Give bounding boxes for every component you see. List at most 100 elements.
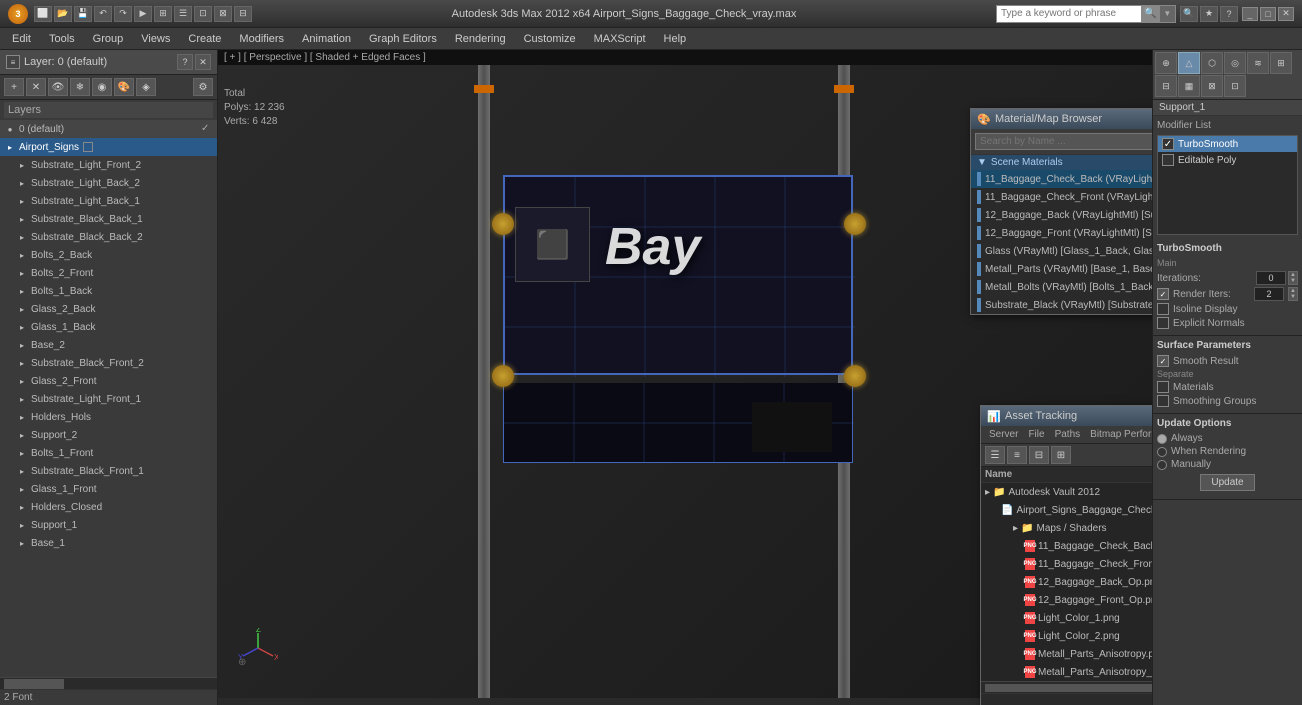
rtt-btn-10[interactable]: ⊡ [1224,75,1246,97]
isoline-cb[interactable] [1157,303,1169,315]
tb-btn8[interactable]: ⊠ [214,6,232,22]
rtt-btn-7[interactable]: ⊟ [1155,75,1177,97]
asset-row-png2[interactable]: PNG 11_Baggage_Check_Front_Op.png Found [981,555,1152,573]
layer-item-g1ba[interactable]: ▸ Glass_1_Back [12,318,217,336]
layer-item-slba2[interactable]: ▸ Substrate_Light_Back_2 [12,174,217,192]
rtt-btn-2[interactable]: △ [1178,52,1200,74]
asset-tb-2[interactable]: ≡ [1007,446,1027,464]
search-extra-btn[interactable]: ▼ [1160,6,1175,22]
mat-item-6[interactable]: Metall_Bolts (VRayMtl) [Bolts_1_Back, Bo… [971,278,1152,296]
asset-tb-3[interactable]: ⊟ [1029,446,1049,464]
mat-search-input[interactable] [975,133,1152,150]
search-input[interactable] [997,8,1141,19]
layer-item-sbba1[interactable]: ▸ Substrate_Black_Back_1 [12,210,217,228]
layer-render-btn[interactable]: ◉ [92,78,112,96]
asset-row-png5[interactable]: PNG Light_Color_1.png Found [981,609,1152,627]
search-bar[interactable]: 🔍 ▼ [996,5,1176,23]
asset-tree[interactable]: ▸ 📁 Autodesk Vault 2012 Logged Out (Ass … [981,483,1152,681]
layer-item-default[interactable]: ● 0 (default) ✓ [0,120,217,138]
render-btn[interactable]: ▶ [134,6,152,22]
menu-group[interactable]: Group [85,31,132,47]
when-rendering-radio[interactable] [1157,447,1167,457]
mat-list[interactable]: 11_Baggage_Check_Back (VRayLightMtl) [Su… [971,170,1152,314]
mat-item-7[interactable]: Substrate_Black (VRayMtl) [Substrate_Bla… [971,296,1152,314]
mat-item-2[interactable]: 12_Baggage_Back (VRayLightMtl) [Substrat… [971,206,1152,224]
explicit-cb[interactable] [1157,317,1169,329]
layer-item-su2[interactable]: ▸ Support_2 [12,426,217,444]
manually-radio[interactable] [1157,460,1167,470]
scroll-thumb[interactable] [4,679,64,689]
mat-item-3[interactable]: 12_Baggage_Front (VRayLightMtl) [Substra… [971,224,1152,242]
layer-item-b2fr[interactable]: ▸ Bolts_2_Front [12,264,217,282]
panel-help-btn[interactable]: ? [177,54,193,70]
rtt-btn-1[interactable]: ⊕ [1155,52,1177,74]
ts-checkbox-0[interactable]: ✓ [1162,138,1174,150]
menu-modifiers[interactable]: Modifiers [231,31,292,47]
asset-row-png8[interactable]: PNG Metall_Parts_Anisotropy_Rotation.png… [981,663,1152,681]
rtt-btn-8[interactable]: ▦ [1178,75,1200,97]
render-iters-cb[interactable]: ✓ [1157,288,1169,300]
asset-row-maps[interactable]: ▸ 📁 Maps / Shaders [981,519,1152,537]
layer-item-sbfr2[interactable]: ▸ Substrate_Black_Front_2 [12,354,217,372]
layer-new-btn[interactable]: + [4,78,24,96]
layer-delete-btn[interactable]: ✕ [26,78,46,96]
layer-item-g2fr[interactable]: ▸ Glass_2_Front [12,372,217,390]
asset-row-png6[interactable]: PNG Light_Color_2.png Found [981,627,1152,645]
layer-select-btn[interactable]: ◈ [136,78,156,96]
render-iters-spin[interactable]: ▲ ▼ [1288,287,1298,301]
rtt-btn-3[interactable]: ⬡ [1201,52,1223,74]
asset-tb-1[interactable]: ☰ [985,446,1005,464]
asset-tb-4[interactable]: ⊞ [1051,446,1071,464]
layer-list[interactable]: ● 0 (default) ✓ ▸ Airport_Signs ▸ Substr… [0,120,217,677]
asset-row-png3[interactable]: PNG 12_Baggage_Back_Op.png Found [981,573,1152,591]
layer-hide-btn[interactable]: 👁 [48,78,68,96]
asset-menu-paths[interactable]: Paths [1051,428,1085,441]
ep-checkbox[interactable] [1162,154,1174,166]
rtt-btn-4[interactable]: ◎ [1224,52,1246,74]
panel-close-btn[interactable]: ✕ [195,54,211,70]
layer-item-g1fr[interactable]: ▸ Glass_1_Front [12,480,217,498]
search-web-btn[interactable]: 🔍 [1180,6,1198,22]
tb-btn7[interactable]: ⊡ [194,6,212,22]
help-btn[interactable]: ? [1220,6,1238,22]
modifier-editable-poly[interactable]: Editable Poly [1158,152,1297,168]
menu-edit[interactable]: Edit [4,31,39,47]
layer-settings-btn[interactable]: ⚙ [193,78,213,96]
rtt-btn-6[interactable]: ⊞ [1270,52,1292,74]
asset-menu-file[interactable]: File [1024,428,1048,441]
layer-item-hc[interactable]: ▸ Holders_Closed [12,498,217,516]
layer-item-g2ba[interactable]: ▸ Glass_2_Back [12,300,217,318]
menu-views[interactable]: Views [133,31,178,47]
layer-item-b1fr[interactable]: ▸ Bolts_1_Front [12,444,217,462]
undo-btn[interactable]: ↶ [94,6,112,22]
layer-item-ba1[interactable]: ▸ Base_1 [12,534,217,552]
ri-spin-dn[interactable]: ▼ [1289,294,1297,300]
asset-menu-server[interactable]: Server [985,428,1022,441]
layer-item-su1[interactable]: ▸ Support_1 [12,516,217,534]
menu-help[interactable]: Help [656,31,695,47]
menu-tools[interactable]: Tools [41,31,83,47]
fav-btn[interactable]: ★ [1200,6,1218,22]
layer-item-b2ba[interactable]: ▸ Bolts_2_Back [12,246,217,264]
rtt-btn-5[interactable]: ≋ [1247,52,1269,74]
asset-row-file[interactable]: 📄 Airport_Signs_Baggage_Check_vray.max O… [981,501,1152,519]
menu-customize[interactable]: Customize [516,31,584,47]
layer-scrollbar-h[interactable] [0,677,217,689]
menu-graph-editors[interactable]: Graph Editors [361,31,445,47]
search-button[interactable]: 🔍 [1141,5,1160,23]
mat-item-1[interactable]: 11_Baggage_Check_Front (VRayLightMtl) [S… [971,188,1152,206]
mat-item-4[interactable]: Glass (VRayMtl) [Glass_1_Back, Glass_1_F… [971,242,1152,260]
layer-color-btn[interactable]: 🎨 [114,78,134,96]
asset-row-vault[interactable]: ▸ 📁 Autodesk Vault 2012 Logged Out (Ass [981,483,1152,501]
restore-btn[interactable]: □ [1260,7,1276,21]
layer-item-hh[interactable]: ▸ Holders_Hols [12,408,217,426]
open-btn[interactable]: 📂 [54,6,72,22]
minimize-btn[interactable]: _ [1242,7,1258,21]
layer-item-sbfr1[interactable]: ▸ Substrate_Black_Front_1 [12,462,217,480]
asset-row-png4[interactable]: PNG 12_Baggage_Front_Op.png Found [981,591,1152,609]
asset-menu-bpm[interactable]: Bitmap Performance and Memory [1086,428,1152,441]
layer-freeze-btn[interactable]: ❄ [70,78,90,96]
asset-header[interactable]: 📊 Asset Tracking _ □ ✕ [981,406,1152,426]
asset-row-png1[interactable]: PNG 11_Baggage_Check_Back_Op.png Found [981,537,1152,555]
iterations-input[interactable] [1256,271,1286,285]
